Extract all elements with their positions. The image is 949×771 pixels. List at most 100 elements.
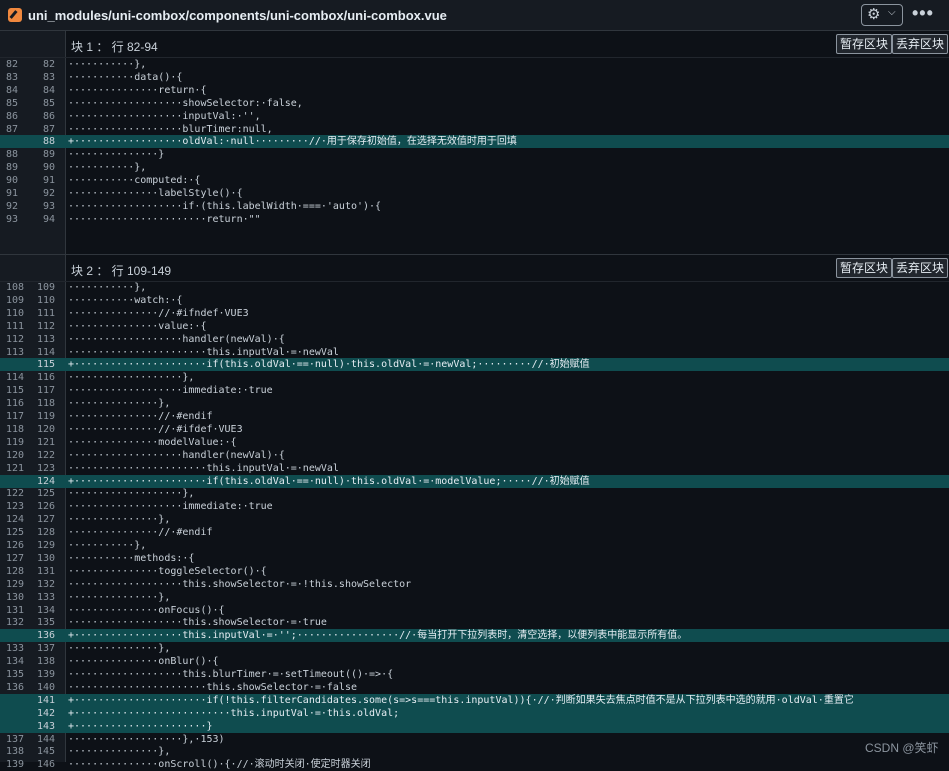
old-line-number: 117 bbox=[6, 411, 25, 422]
old-line-number: 109 bbox=[6, 294, 25, 306]
old-line-number: 116 bbox=[6, 398, 25, 410]
code-text: ···············onFocus()·{ bbox=[68, 604, 225, 616]
context-line: 91 92 ···············labelStyle()·{ bbox=[0, 187, 949, 200]
code-text: ···················showSelector:·false, bbox=[68, 97, 303, 109]
old-line-number: 122 bbox=[6, 488, 25, 500]
new-line-number: 84 bbox=[42, 84, 55, 96]
context-line: 89 90 ···········}, bbox=[0, 161, 949, 174]
old-line-number: 82 bbox=[6, 59, 19, 70]
new-line-number: 123 bbox=[36, 462, 55, 474]
added-line: 136 +··················this.inputVal·=·''… bbox=[0, 629, 949, 643]
code-text: ···················immediate:·true bbox=[68, 385, 273, 397]
new-line-number: 144 bbox=[36, 733, 55, 745]
new-line-number: 134 bbox=[36, 604, 55, 616]
code-text: ···············} bbox=[68, 149, 165, 161]
stage-hunk-button[interactable]: 暂存区块 bbox=[836, 258, 893, 278]
old-line-number: 86 bbox=[6, 110, 19, 122]
context-line: 90 91 ···········computed:·{ bbox=[0, 174, 949, 187]
code-text: ·······················this.inputVal·=·n… bbox=[68, 346, 339, 358]
new-line-number: 90 bbox=[42, 162, 55, 174]
code-text: +··················oldVal:·null·········… bbox=[68, 136, 517, 148]
new-line-number: 117 bbox=[36, 385, 55, 397]
context-line: 109 110 ···········watch:·{ bbox=[0, 294, 949, 307]
context-line: 135 139 ···················this.blurTimer·… bbox=[0, 668, 949, 681]
file-path: uni_modules/uni-combox/components/uni-co… bbox=[28, 8, 447, 23]
context-line: 118 120 ···············//·#ifdef·VUE3 bbox=[0, 423, 949, 436]
new-line-number: 88 bbox=[42, 136, 55, 148]
code-text: ···················immediate:·true bbox=[68, 501, 273, 513]
old-line-number: 126 bbox=[6, 540, 25, 551]
context-line: 86 86 ···················inputVal:·'', bbox=[0, 110, 949, 123]
new-line-number: 139 bbox=[36, 669, 55, 680]
code-text: ···············}, bbox=[68, 643, 171, 655]
code-text: +··························this.inputVal… bbox=[68, 707, 400, 719]
settings-dropdown-button[interactable]: ⚙ ⌵ bbox=[861, 4, 903, 26]
new-line-number: 138 bbox=[36, 656, 55, 668]
added-line: 115 +······················if(this.oldVal… bbox=[0, 358, 949, 372]
context-line: 82 82 ···········}, bbox=[0, 58, 949, 71]
context-line: 133 137 ···············}, bbox=[0, 642, 949, 655]
added-line: 142 +··························this.input… bbox=[0, 706, 949, 720]
file-edit-icon bbox=[8, 8, 22, 22]
new-line-number: 86 bbox=[42, 110, 55, 122]
new-line-number: 118 bbox=[36, 398, 55, 410]
more-options-icon[interactable]: ••• bbox=[912, 3, 934, 24]
old-line-number: 137 bbox=[6, 733, 25, 745]
old-line-number: 84 bbox=[6, 84, 19, 96]
new-line-number: 135 bbox=[36, 617, 55, 629]
new-line-number: 111 bbox=[36, 307, 55, 319]
context-line: 134 138 ···············onBlur()·{ bbox=[0, 655, 949, 668]
old-line-number: 132 bbox=[6, 617, 25, 629]
old-line-number: 131 bbox=[6, 604, 25, 616]
new-line-number: 93 bbox=[42, 200, 55, 212]
context-line: 120 122 ···················handler(newVal)… bbox=[0, 449, 949, 462]
context-line: 124 127 ···············}, bbox=[0, 513, 949, 526]
old-line-number: 138 bbox=[6, 746, 25, 758]
code-text: ···················handler(newVal)·{ bbox=[68, 333, 285, 345]
old-line-number: 125 bbox=[6, 527, 25, 539]
new-line-number: 143 bbox=[36, 720, 55, 732]
new-line-number: 87 bbox=[42, 123, 55, 135]
old-line-number: 130 bbox=[6, 591, 25, 603]
hunk-header: 块 2 ： 行 109-149 暂存区块 丢弃区块 bbox=[0, 255, 949, 282]
discard-hunk-button[interactable]: 丢弃区块 bbox=[892, 258, 949, 278]
old-line-number: 123 bbox=[6, 501, 25, 513]
stage-hunk-button[interactable]: 暂存区块 bbox=[836, 34, 893, 54]
code-text: ···················inputVal:·'', bbox=[68, 110, 261, 122]
context-line: 125 128 ···············//·#endif bbox=[0, 526, 949, 539]
old-line-number: 111 bbox=[6, 320, 25, 332]
context-line: 117 119 ···············//·#endif bbox=[0, 410, 949, 423]
new-line-number: 114 bbox=[36, 346, 55, 358]
hunk-header: 块 1 ： 行 82-94 暂存区块 丢弃区块 bbox=[0, 31, 949, 58]
new-line-number: 113 bbox=[36, 333, 55, 345]
added-line: 141 +······················if(!this.filte… bbox=[0, 693, 949, 707]
context-line: 108 109 ···········}, bbox=[0, 281, 949, 294]
context-line: 110 111 ···············//·#ifndef·VUE3 bbox=[0, 307, 949, 320]
discard-hunk-button[interactable]: 丢弃区块 bbox=[892, 34, 949, 54]
context-line: 84 84 ···············return·{ bbox=[0, 84, 949, 97]
code-text: ···················blurTimer:null, bbox=[68, 123, 273, 135]
old-line-number: 92 bbox=[6, 200, 19, 212]
context-line: 114 116 ···················}, bbox=[0, 371, 949, 384]
code-text: ···············onScroll()·{·//·滚动时关闭·使定时… bbox=[68, 759, 371, 771]
code-text: +······················} bbox=[68, 720, 213, 732]
code-text: ···············//·#endif bbox=[68, 527, 213, 539]
old-line-number: 118 bbox=[6, 423, 25, 435]
old-line-number: 124 bbox=[6, 514, 25, 526]
new-line-number: 116 bbox=[36, 372, 55, 384]
new-line-number: 141 bbox=[36, 694, 55, 706]
code-text: ···········}, bbox=[68, 282, 147, 293]
context-line: 112 113 ···················handler(newVal)… bbox=[0, 333, 949, 346]
new-line-number: 128 bbox=[36, 527, 55, 539]
context-line: 129 132 ···················this.showSelect… bbox=[0, 578, 949, 591]
new-line-number: 136 bbox=[36, 630, 55, 642]
context-line: 116 118 ···············}, bbox=[0, 397, 949, 410]
code-text: ···············}, bbox=[68, 591, 171, 603]
new-line-number: 83 bbox=[42, 71, 55, 83]
new-line-number: 110 bbox=[36, 294, 55, 306]
added-line: 143 +······················} bbox=[0, 719, 949, 733]
code-text: ···················this.showSelector·=·!… bbox=[68, 578, 412, 590]
added-line: 124 +······················if(this.oldVal… bbox=[0, 474, 949, 488]
context-line: 115 117 ···················immediate:·true bbox=[0, 384, 949, 397]
code-text: ···············modelValue:·{ bbox=[68, 436, 237, 448]
